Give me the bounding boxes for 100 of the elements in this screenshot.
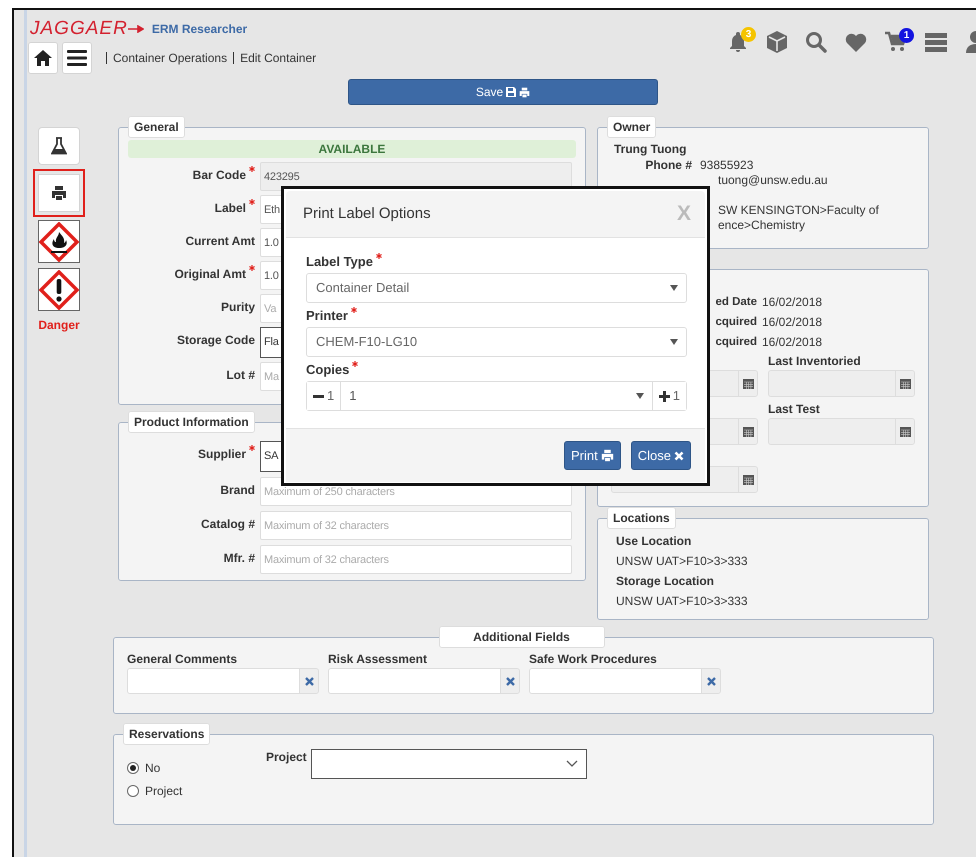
- field-label: Original Amt: [174, 266, 246, 283]
- clear-button[interactable]: [701, 668, 721, 694]
- field-label: Printer: [306, 307, 348, 324]
- field-value: SW KENSINGTON>Faculty of: [718, 203, 879, 217]
- field-value: 93855923: [700, 158, 754, 173]
- panel-title: Reservations: [123, 723, 210, 745]
- project-select[interactable]: [310, 749, 587, 779]
- calendar-icon: [900, 378, 910, 389]
- panel-title: Locations: [607, 507, 676, 529]
- field-value: 16/02/2018: [762, 314, 822, 331]
- menu-button[interactable]: [62, 42, 92, 74]
- clear-button[interactable]: [299, 668, 319, 694]
- caret-icon: [670, 339, 678, 345]
- field-label: ed Date: [715, 296, 757, 308]
- panel-title: General: [128, 116, 185, 138]
- field-value: tuong@unsw.edu.au: [718, 173, 828, 187]
- field-label: Storage Code: [176, 332, 255, 349]
- text-field[interactable]: [529, 668, 701, 694]
- field-label: Label: [214, 200, 246, 217]
- field-label: Risk Assessment: [328, 651, 428, 668]
- field-label: Bar Code: [192, 167, 246, 184]
- container-button[interactable]: [38, 127, 80, 165]
- panel-title: Additional Fields: [438, 626, 604, 648]
- printer-icon: [519, 86, 530, 98]
- field-label: Mfr. #: [224, 550, 255, 567]
- heart-icon[interactable]: [844, 31, 868, 53]
- user-icon[interactable]: [964, 30, 976, 54]
- search-icon[interactable]: [804, 30, 828, 54]
- clear-button[interactable]: [500, 668, 520, 694]
- calendar-icon: [742, 378, 754, 389]
- save-button[interactable]: Save: [348, 79, 658, 105]
- calendar-button[interactable]: [738, 466, 758, 493]
- breadcrumb-link[interactable]: Container Operations: [113, 51, 228, 65]
- calendar-icon: [742, 426, 754, 437]
- field-label: cquired: [715, 336, 757, 348]
- field-label: Current Amt: [185, 233, 255, 250]
- field-label: cquired: [715, 316, 757, 328]
- text-field[interactable]: Maximum of 32 characters: [260, 511, 572, 540]
- owner-name: Trung Tuong: [614, 141, 688, 158]
- radio-button[interactable]: [127, 762, 139, 774]
- close-icon: [674, 450, 684, 460]
- calendar-button[interactable]: [895, 418, 915, 445]
- field-label: Storage Location: [616, 574, 716, 589]
- text-field[interactable]: [328, 668, 500, 694]
- breadcrumb-link[interactable]: Edit Container: [240, 51, 316, 65]
- select-field[interactable]: Container Detail: [306, 273, 687, 303]
- printer-icon: [51, 185, 67, 201]
- calendar-button[interactable]: [895, 370, 915, 397]
- text-field[interactable]: [127, 668, 299, 694]
- radio-label[interactable]: No: [145, 758, 160, 776]
- calendar-icon: [900, 426, 910, 437]
- calendar-button[interactable]: [738, 418, 758, 445]
- field-label: Brand: [220, 482, 255, 499]
- signal-word: Danger: [38, 317, 80, 334]
- chevron-down-icon: [566, 760, 578, 768]
- field-label: Label Type: [306, 253, 373, 270]
- radio-button[interactable]: [127, 784, 139, 796]
- status-banner: AVAILABLE: [128, 140, 576, 158]
- panel-title: Product Information: [128, 411, 255, 433]
- floppy-icon: [506, 87, 516, 97]
- field-label: Supplier: [198, 446, 246, 463]
- notification-badge: 1: [899, 28, 914, 43]
- caret-icon: [670, 285, 678, 291]
- field-value: UNSW UAT>F10>3>333: [616, 554, 749, 569]
- radio-label[interactable]: Project: [145, 782, 182, 800]
- field-label: Catalog #: [200, 516, 255, 533]
- home-icon: [33, 49, 53, 67]
- dialog-title: Print Label Options: [303, 204, 431, 224]
- field-value: 16/02/2018: [762, 294, 822, 311]
- field-label: Last Test: [768, 402, 820, 416]
- calendar-icon: [742, 474, 754, 485]
- close-button[interactable]: Close: [630, 441, 691, 470]
- cube-icon[interactable]: [766, 30, 788, 54]
- field-label: Copies: [306, 361, 350, 378]
- clear-icon: [706, 676, 716, 686]
- field-label: General Comments: [127, 651, 238, 668]
- select-field[interactable]: CHEM-F10-LG10: [306, 327, 687, 357]
- logo: JAGGAER: [30, 18, 128, 40]
- field-label: Purity: [220, 299, 255, 316]
- text-field[interactable]: Maximum of 32 characters: [260, 545, 572, 574]
- panel-title: Owner: [607, 116, 656, 138]
- field-label: Phone #: [645, 158, 692, 172]
- calendar-button[interactable]: [738, 370, 758, 397]
- notification-badge: 3: [741, 27, 756, 42]
- field-label: Safe Work Procedures: [529, 651, 658, 668]
- exclamation-hazard-icon: [39, 270, 79, 310]
- home-button[interactable]: [28, 42, 58, 74]
- clear-icon: [506, 676, 514, 686]
- field-value: 16/02/2018: [762, 334, 822, 351]
- server-icon[interactable]: [924, 31, 948, 53]
- flask-icon: [51, 137, 67, 155]
- printer-icon: [600, 449, 614, 462]
- app-name: ERM Researcher: [152, 21, 248, 38]
- flammable-hazard-icon: [39, 222, 79, 262]
- print-button[interactable]: Print: [564, 441, 621, 470]
- field-value: UNSW UAT>F10>3>333: [616, 594, 749, 609]
- field-label: Last Inventoried: [768, 354, 861, 368]
- print-label-button[interactable]: [33, 169, 85, 217]
- field-label: Use Location: [616, 534, 692, 549]
- field-label: Project: [266, 749, 307, 766]
